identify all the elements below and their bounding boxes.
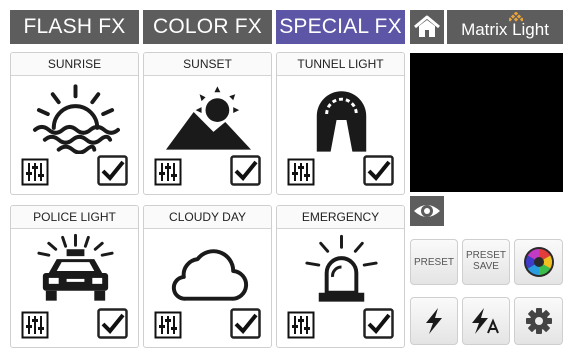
- effect-title: SUNSET: [144, 53, 271, 76]
- effect-card-tunnel-light[interactable]: TUNNEL LIGHT: [276, 52, 405, 195]
- checkbox-checked-icon[interactable]: [230, 155, 261, 186]
- effect-title: SUNRISE: [11, 53, 138, 76]
- logo-text: Matrix Light: [461, 20, 549, 39]
- preset-save-button[interactable]: PRESET SAVE: [462, 239, 510, 285]
- home-icon: [414, 15, 440, 37]
- settings-button[interactable]: [514, 297, 563, 345]
- effect-card-sunset[interactable]: SUNSET: [143, 52, 272, 195]
- preset-button[interactable]: PRESET: [410, 239, 458, 285]
- flash-button[interactable]: [410, 297, 458, 345]
- eye-icon: [414, 205, 440, 217]
- effect-title: EMERGENCY: [277, 206, 404, 229]
- adjust-icon[interactable]: [154, 311, 182, 339]
- color-wheel-button[interactable]: [514, 239, 563, 285]
- adjust-icon[interactable]: [21, 158, 49, 186]
- brand-logo: Matrix Light: [447, 10, 563, 44]
- tab-special-fx[interactable]: SPECIAL FX: [276, 10, 405, 44]
- adjust-icon[interactable]: [287, 158, 315, 186]
- adjust-icon[interactable]: [154, 158, 182, 186]
- flash-auto-button[interactable]: [462, 297, 510, 345]
- adjust-icon[interactable]: [21, 311, 49, 339]
- effect-card-emergency[interactable]: EMERGENCY: [276, 205, 405, 348]
- police-car-icon: [37, 233, 114, 301]
- home-button[interactable]: [410, 10, 444, 44]
- preset-save-label-line2: SAVE: [473, 261, 499, 272]
- effect-card-sunrise[interactable]: SUNRISE: [10, 52, 139, 195]
- checkbox-checked-icon[interactable]: [97, 155, 128, 186]
- effect-card-cloudy-day[interactable]: CLOUDY DAY: [143, 205, 272, 348]
- cloud-icon: [171, 249, 249, 301]
- gear-icon: [525, 308, 552, 334]
- checkbox-checked-icon[interactable]: [363, 308, 394, 339]
- color-wheel-icon: [523, 247, 554, 277]
- tab-flash-fx[interactable]: FLASH FX: [10, 10, 139, 44]
- checkbox-checked-icon[interactable]: [363, 155, 394, 186]
- preview-toggle-button[interactable]: [410, 196, 444, 226]
- lightning-icon: [426, 308, 442, 334]
- sunset-icon: [165, 86, 252, 150]
- effect-title: TUNNEL LIGHT: [277, 53, 404, 76]
- effect-card-police-light[interactable]: POLICE LIGHT: [10, 205, 139, 348]
- effect-title: CLOUDY DAY: [144, 206, 271, 229]
- lightning-auto-icon: [472, 308, 499, 334]
- beacon-icon: [305, 234, 378, 302]
- checkbox-checked-icon[interactable]: [230, 308, 261, 339]
- preview-screen: [410, 53, 563, 192]
- tab-color-fx[interactable]: COLOR FX: [143, 10, 272, 44]
- checkbox-checked-icon[interactable]: [97, 308, 128, 339]
- adjust-icon[interactable]: [287, 311, 315, 339]
- sunrise-icon: [32, 84, 120, 154]
- preset-label: PRESET: [413, 257, 454, 268]
- effect-title: POLICE LIGHT: [11, 206, 138, 229]
- preset-save-label-line1: PRESET: [465, 250, 506, 261]
- tunnel-icon: [316, 91, 367, 152]
